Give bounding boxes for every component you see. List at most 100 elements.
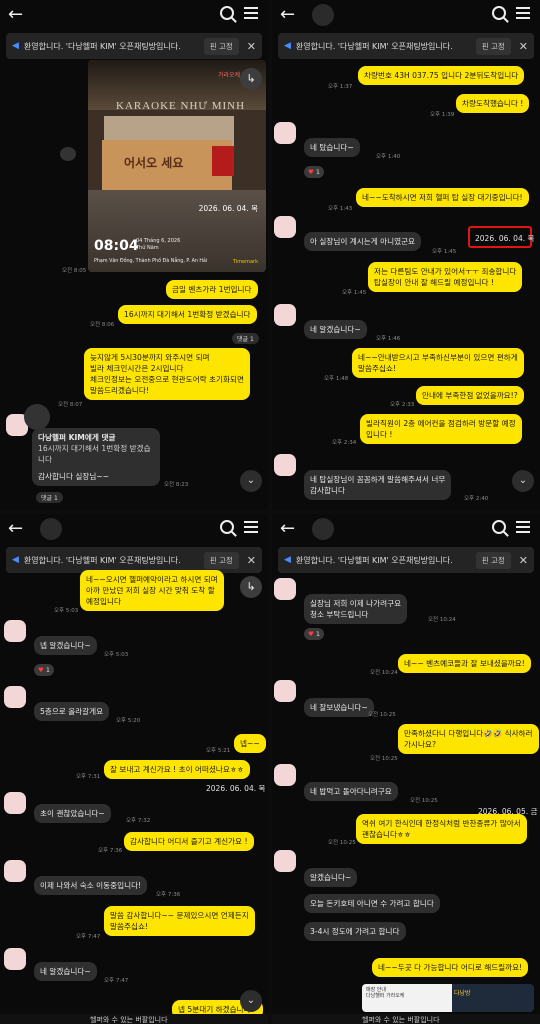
reply-count[interactable]: 댓글 1 (232, 333, 259, 344)
reaction-badge[interactable]: ♥ 1 (304, 628, 324, 640)
notice-banner[interactable]: ◀ 환영합니다. '다낭헬퍼 KIM' 오픈채팅방입니다. 핀 고정 ✕ (6, 33, 262, 59)
message-out[interactable]: 만족하셨다니 다행입니다🤣🤣 식사하러 가시나요? (398, 724, 539, 754)
avatar[interactable] (274, 764, 296, 786)
message-out[interactable]: 잘 보내고 계신가요 ! 초이 어떠셨나요ㅎㅎ (104, 760, 250, 779)
share-icon[interactable]: ↳ (240, 576, 262, 598)
photo-message[interactable]: KARAOKE NHƯ MINH 가라오케 어서오 세요 2026. 06. 0… (88, 60, 266, 272)
notice-text: 환영합니다. '다낭헬퍼 KIM' 오픈채팅방입니다. (295, 41, 453, 51)
message-in[interactable]: 네 알겠습니다~ (304, 320, 367, 339)
menu-icon[interactable] (244, 7, 258, 19)
message-out[interactable]: 네~~ 벤츠예코들과 잘 보내셨을까요! (398, 654, 531, 673)
reaction-count: 1 (315, 168, 320, 176)
avatar[interactable] (274, 216, 296, 238)
reaction-count: 1 (315, 630, 320, 638)
message-out[interactable]: 차량번호 43H 037.75 입니다 2분뒤도착입니다 (358, 66, 525, 85)
close-icon[interactable]: ✕ (247, 40, 256, 53)
avatar[interactable] (274, 850, 296, 872)
heart-icon: ♥ (308, 168, 314, 176)
message-out[interactable]: 네~~두곳 다 가능합니다 어디로 해드릴까요! (372, 958, 529, 977)
message-in[interactable]: 초이 괜찮았습니다~ (34, 804, 111, 823)
avatar[interactable] (4, 620, 26, 642)
close-icon[interactable]: ✕ (247, 554, 256, 567)
message-out[interactable]: 안내에 부족한점 없었을까요!? (416, 386, 524, 405)
scroll-down-icon[interactable]: ⌄ (512, 470, 534, 492)
message-in[interactable]: 3-4시 정도에 가려고 합니다 (304, 922, 406, 941)
pin-button[interactable]: 핀 고정 (475, 37, 511, 55)
message-in[interactable]: 실장님 저희 이제 나가려구요 청소 부탁드립니다 (304, 594, 408, 624)
menu-icon[interactable] (516, 521, 530, 533)
menu-icon[interactable] (244, 521, 258, 533)
avatar[interactable] (4, 792, 26, 814)
time: 오후 5:21 (206, 748, 231, 754)
pin-button[interactable]: 핀 고정 (475, 551, 511, 569)
message-in[interactable]: 오늘 돈키호테 아니면 수 가려고 합니다 (304, 894, 440, 913)
avatar[interactable] (274, 680, 296, 702)
scroll-down-icon[interactable]: ⌄ (240, 990, 262, 1012)
message-in[interactable]: 네 알겠습니다~ (34, 962, 97, 981)
search-icon[interactable] (492, 6, 506, 20)
message-out[interactable]: 저는 다른팀도 안내가 있어서ㅜㅜ 죄송합니다 탑실장이 안내 잘 해드릴 예정… (368, 262, 523, 292)
message-out[interactable]: 16시까지 대기해서 1번확정 받겠습니다 (118, 305, 257, 324)
message-out[interactable]: 네~~안내받으시고 부족하신부분이 있으면 편하게 말씀주십쇼! (352, 348, 524, 378)
time: 오전 10:24 (428, 617, 456, 623)
avatar-blur (312, 518, 334, 540)
message-out[interactable]: 역쉬 여기 한식인데 한정식처럼 반찬종류가 많아서 괜찮습니다ㅎㅎ (356, 814, 527, 844)
chat-bubble-icon[interactable] (60, 147, 76, 161)
top-bar: ← (0, 514, 268, 544)
message-in[interactable]: 넵 알겠습니다~ (34, 636, 97, 655)
message-in[interactable]: 네 잘보냈습니다~ (304, 698, 374, 717)
message-out[interactable]: 네~~오시면 헬퍼예약이라고 하시면 되며 아까 만났던 저희 실장 시간 맞춰… (80, 570, 224, 611)
search-icon[interactable] (220, 6, 234, 20)
close-icon[interactable]: ✕ (519, 40, 528, 53)
close-icon[interactable]: ✕ (519, 554, 528, 567)
message-out[interactable]: 네~~도착하시면 저희 헬퍼 탑 실장 대기중입니다! (356, 188, 529, 207)
back-icon[interactable]: ← (280, 4, 295, 25)
avatar[interactable] (4, 948, 26, 970)
message-in[interactable]: 알겠습니다~ (304, 868, 358, 887)
back-icon[interactable]: ← (8, 4, 23, 25)
avatar[interactable] (274, 304, 296, 326)
avatar[interactable] (274, 454, 296, 476)
avatar[interactable] (4, 686, 26, 708)
reaction-badge[interactable]: ♥ 1 (304, 166, 324, 178)
menu-icon[interactable] (516, 7, 530, 19)
message-out[interactable]: 금일 벤츠가라 1번입니다 (166, 280, 258, 299)
back-icon[interactable]: ← (280, 518, 295, 539)
time: 오후 2:33 (390, 402, 415, 408)
avatar[interactable] (4, 860, 26, 882)
avatar[interactable] (274, 578, 296, 600)
share-icon[interactable]: ↳ (240, 68, 262, 90)
message-out[interactable]: 빌라직원이 2층 에어컨을 점검하러 방문할 예정 입니다 ! (360, 414, 522, 444)
bottom-text: 헬퍼와 수 있는 버팔입니다 (362, 1016, 440, 1024)
scroll-down-icon[interactable]: ⌄ (240, 470, 262, 492)
notice-banner[interactable]: ◀ 환영합니다. '다낭헬퍼 KIM' 오픈채팅방입니다. 핀 고정 ✕ (278, 33, 534, 59)
message-out[interactable]: 넵~~ (234, 734, 266, 753)
ad-banner[interactable]: 매장 안내 다낭헬퍼 가라오케 다낭방 (362, 984, 534, 1012)
top-bar: ← (0, 0, 268, 30)
message-in[interactable]: 이제 나와서 숙소 이동중입니다! (34, 876, 148, 895)
message-in[interactable]: 네 탑실장님이 꼼꼼하게 말씀해주셔서 너무 감사합니다 (304, 470, 452, 500)
message-out[interactable]: 차량도착했습니다 ! (456, 94, 530, 113)
time: 오전 10:24 (370, 670, 398, 676)
search-icon[interactable] (220, 520, 234, 534)
notice-banner[interactable]: ◀ 환영합니다. '다낭헬퍼 KIM' 오픈채팅방입니다. 핀 고정 ✕ (278, 547, 534, 573)
reply-count[interactable]: 댓글 1 (36, 492, 63, 503)
message-out[interactable]: 늦지않게 5시30분까지 와주시면 되며 빌라 체크인시간은 2시입니다 체크인… (84, 348, 250, 400)
message-in[interactable]: 네 밥먹고 돌아다니려구요 (304, 782, 398, 801)
pin-button[interactable]: 핀 고정 (203, 37, 239, 55)
pin-button[interactable]: 핀 고정 (203, 551, 239, 569)
reply-message[interactable]: 다낭헬퍼 KIM에게 댓글 16시까지 대기해서 1번확정 받겠습니다 감사합니… (32, 428, 160, 486)
message-in[interactable]: 네 탔습니다~ (304, 138, 360, 157)
search-icon[interactable] (492, 520, 506, 534)
message-out[interactable]: 감사합니다 어디서 즐기고 계신가요 ! (124, 832, 254, 851)
time: 오전 10:25 (368, 712, 396, 718)
date-overlay: 2026. 06. 04. 목 (206, 784, 266, 793)
message-out[interactable]: 말씀 감사합니다~~ 문제있으시면 언제든지 말씀주십쇼! (104, 906, 255, 936)
time: 오전 10:25 (410, 798, 438, 804)
back-icon[interactable]: ← (8, 518, 23, 539)
avatar[interactable] (274, 122, 296, 144)
message-in[interactable]: 5층으로 올라갈게요 (34, 702, 110, 721)
message-in[interactable]: 아 실장님이 계시는게 아니였군요 (304, 232, 422, 251)
ad-right: 다낭방 (454, 990, 471, 997)
reaction-badge[interactable]: ♥ 1 (34, 664, 54, 676)
